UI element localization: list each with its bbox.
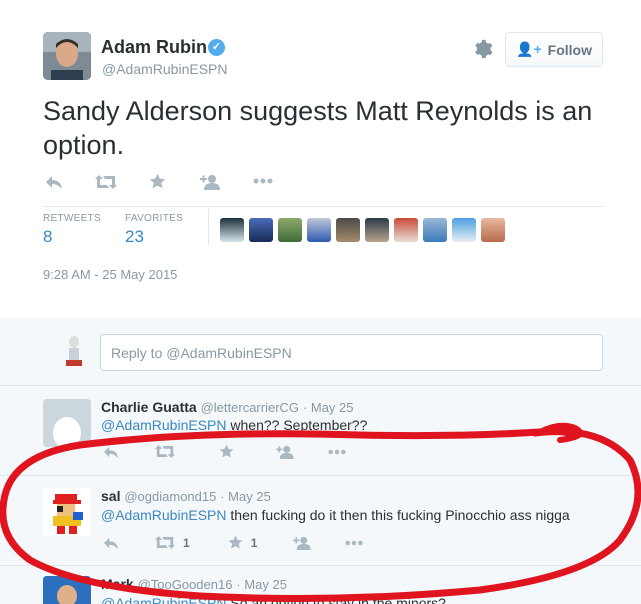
avatar[interactable] xyxy=(365,218,389,242)
current-user-avatar xyxy=(60,334,88,368)
favorite-icon[interactable] xyxy=(219,444,234,459)
avatar[interactable] xyxy=(220,218,244,242)
author-name[interactable]: Adam Rubin xyxy=(101,37,207,58)
avatar[interactable] xyxy=(43,399,91,447)
add-user-icon: 👤+ xyxy=(516,41,542,57)
follow-button[interactable]: 👤+ Follow xyxy=(505,32,603,67)
reply-icon[interactable] xyxy=(103,445,119,459)
retweet-count: 1 xyxy=(183,535,190,550)
follow-icon[interactable] xyxy=(276,445,294,459)
favorites-label: FAVORITES xyxy=(125,213,184,224)
more-icon[interactable] xyxy=(328,449,346,455)
follow-icon[interactable] xyxy=(200,174,220,190)
reply-author-handle: @ogdiamond15 xyxy=(124,489,217,504)
reply-text: @AdamRubinESPN then fucking do it then t… xyxy=(101,507,570,523)
favorite-icon[interactable] xyxy=(228,535,243,550)
avatar[interactable] xyxy=(43,488,91,536)
more-icon[interactable] xyxy=(253,178,273,184)
avatar[interactable] xyxy=(481,218,505,242)
reply-body: So an option to stay in the minors? xyxy=(226,595,446,604)
reply-text: @AdamRubinESPN So an option to stay in t… xyxy=(101,595,446,604)
retweet-icon[interactable] xyxy=(155,445,175,458)
follow-label: Follow xyxy=(547,41,592,58)
reply-text: @AdamRubinESPN when?? September?? xyxy=(101,417,367,433)
follow-icon[interactable] xyxy=(293,536,312,550)
reply-actions: 1 1 xyxy=(103,535,363,550)
avatar[interactable] xyxy=(307,218,331,242)
reply-body: then fucking do it then this fucking Pin… xyxy=(226,507,570,523)
mention-link[interactable]: @AdamRubinESPN xyxy=(101,417,227,433)
favorites-count[interactable]: 23 xyxy=(125,227,144,247)
reply-body: when?? September?? xyxy=(226,417,368,433)
reply-icon[interactable] xyxy=(45,174,63,190)
reply-icon[interactable] xyxy=(103,536,119,550)
avatar[interactable] xyxy=(336,218,360,242)
verified-icon: ✓ xyxy=(208,39,225,56)
tweet-timestamp[interactable]: 9:28 AM - 25 May 2015 xyxy=(43,267,177,282)
avatar[interactable] xyxy=(278,218,302,242)
reply-author[interactable]: sal @ogdiamond15 · May 25 xyxy=(101,488,271,504)
avatar[interactable] xyxy=(423,218,447,242)
reply-author-name: Mark xyxy=(101,576,134,592)
reply-author-name: Charlie Guatta xyxy=(101,399,197,415)
avatar[interactable] xyxy=(249,218,273,242)
retweet-icon[interactable] xyxy=(95,175,117,189)
reply-author[interactable]: Mark @TooGooden16 · May 25 xyxy=(101,576,287,592)
author-handle[interactable]: @AdamRubinESPN xyxy=(102,61,228,77)
gear-icon[interactable] xyxy=(471,38,493,60)
reply-author[interactable]: Charlie Guatta @lettercarrierCG · May 25 xyxy=(101,399,354,415)
avatar[interactable] xyxy=(394,218,418,242)
reply-input[interactable]: Reply to @AdamRubinESPN xyxy=(100,334,603,371)
divider xyxy=(43,206,603,207)
favorite-count: 1 xyxy=(250,535,258,550)
avatar[interactable] xyxy=(452,218,476,242)
retweets-label: RETWEETS xyxy=(43,213,101,224)
avatar[interactable] xyxy=(43,576,91,604)
list-item[interactable]: Mark @TooGooden16 · May 25 @AdamRubinESP… xyxy=(0,565,641,604)
author-avatar[interactable] xyxy=(43,32,91,80)
reply-date: · May 25 xyxy=(220,489,271,504)
favorite-icon[interactable] xyxy=(149,173,166,190)
mention-link[interactable]: @AdamRubinESPN xyxy=(101,595,227,604)
reply-actions xyxy=(103,444,346,459)
retweets-count[interactable]: 8 xyxy=(43,227,52,247)
list-item[interactable]: Charlie Guatta @lettercarrierCG · May 25… xyxy=(0,385,641,475)
reply-author-handle: @lettercarrierCG xyxy=(200,400,300,415)
reply-author-handle: @TooGooden16 xyxy=(137,577,233,592)
more-icon[interactable] xyxy=(345,540,363,546)
stats-separator xyxy=(208,209,209,245)
list-item[interactable]: sal @ogdiamond15 · May 25 @AdamRubinESPN… xyxy=(0,475,641,565)
favoriters-avatars xyxy=(220,218,505,242)
mention-link[interactable]: @AdamRubinESPN xyxy=(101,507,227,523)
tweet-actions xyxy=(43,172,283,192)
tweet-text: Sandy Alderson suggests Matt Reynolds is… xyxy=(43,96,593,160)
retweet-icon[interactable] xyxy=(155,536,175,549)
reply-author-name: sal xyxy=(101,488,121,504)
reply-date: · May 25 xyxy=(236,577,287,592)
reply-date: · May 25 xyxy=(302,400,354,415)
